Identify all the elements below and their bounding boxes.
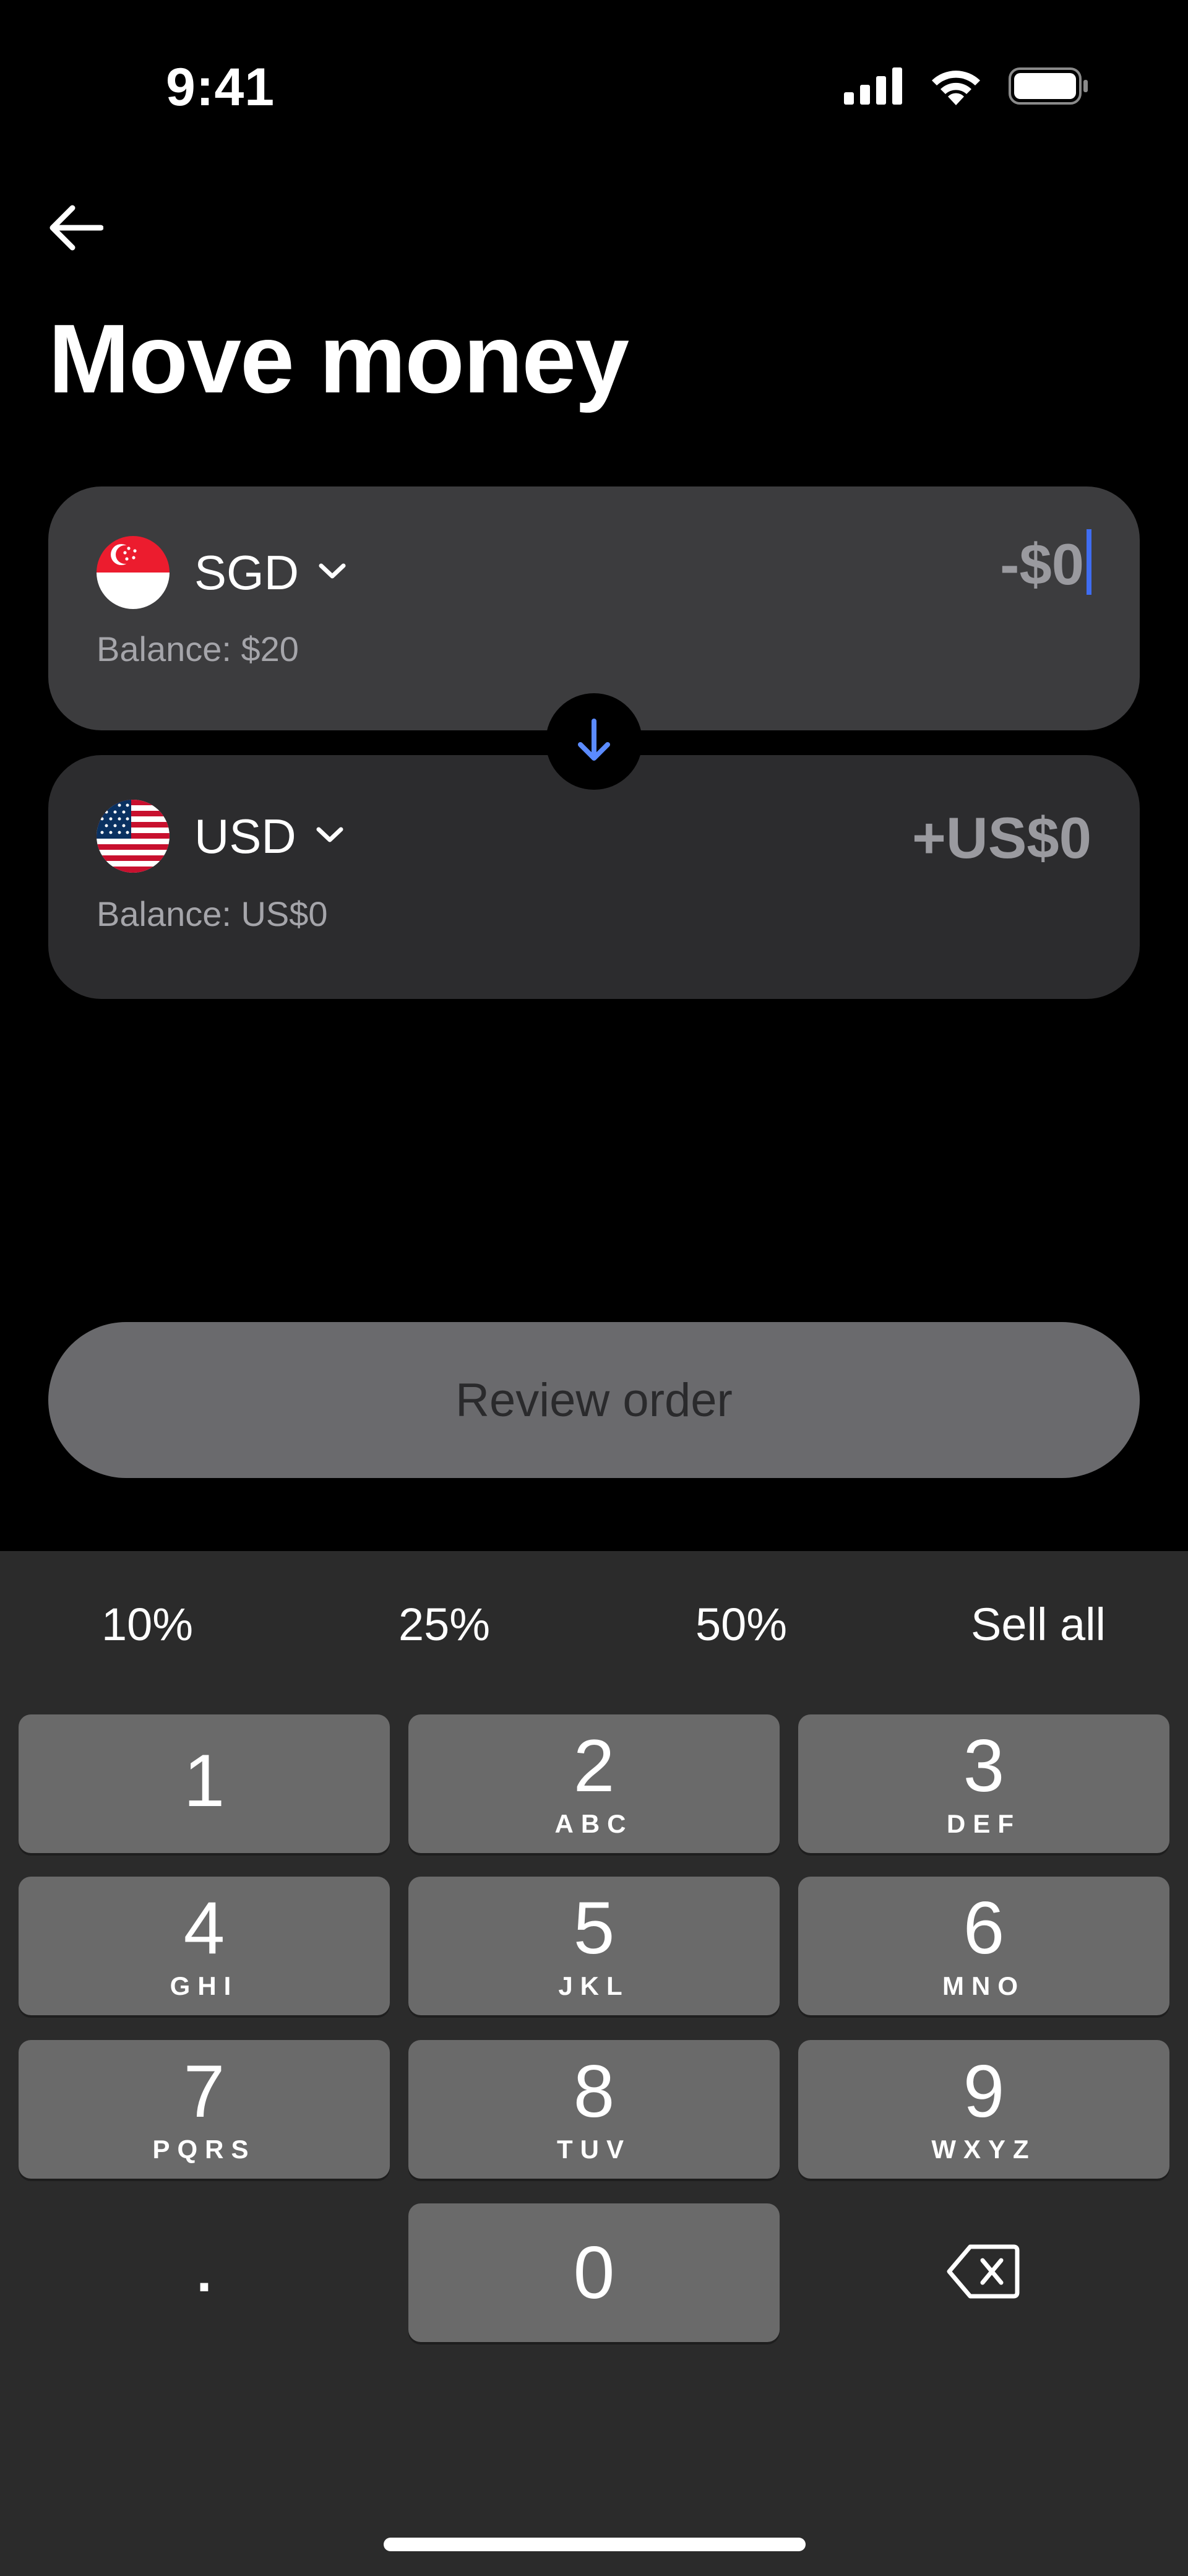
key-letters: JKL <box>558 1971 630 2000</box>
status-time: 9:41 <box>166 58 275 117</box>
to-currency-selector[interactable]: USD <box>97 800 345 873</box>
key-3[interactable]: 3 DEF <box>798 1714 1169 1853</box>
to-amount: +US$0 <box>911 805 1091 870</box>
key-digit: 5 <box>573 1887 615 1969</box>
from-currency-code: SGD <box>194 545 299 600</box>
home-indicator <box>384 2538 806 2551</box>
review-order-button[interactable]: Review order <box>48 1322 1140 1478</box>
key-letters: WXYZ <box>931 2135 1036 2164</box>
page-title: Move money <box>48 305 629 413</box>
battery-icon <box>1009 67 1089 108</box>
to-balance: Balance: US$0 <box>97 894 328 933</box>
key-5[interactable]: 5 JKL <box>408 1877 780 2015</box>
chevron-down-icon <box>317 562 347 584</box>
key-digit: 3 <box>963 1724 1005 1807</box>
text-cursor <box>1087 529 1091 595</box>
back-button[interactable] <box>45 198 106 260</box>
to-currency-card[interactable]: USD Balance: US$0 +US$0 <box>48 755 1140 999</box>
key-digit: 2 <box>573 1724 615 1807</box>
signal-icon <box>844 67 903 108</box>
shortcut-50-percent[interactable]: 50% <box>648 1598 834 1651</box>
from-balance: Balance: $20 <box>97 629 299 668</box>
us-flag-icon <box>97 800 170 873</box>
shortcut-25-percent[interactable]: 25% <box>351 1598 537 1651</box>
swap-direction-button[interactable] <box>546 693 642 790</box>
from-currency-selector[interactable]: SGD <box>97 536 347 609</box>
key-digit: 4 <box>183 1887 225 1969</box>
key-digit: 7 <box>183 2050 225 2133</box>
key-letters: GHI <box>170 1971 239 2000</box>
key-digit: 0 <box>573 2231 615 2314</box>
backspace-key[interactable] <box>798 2203 1169 2342</box>
key-letters: DEF <box>947 1809 1021 1838</box>
from-amount: -$0 <box>1000 532 1084 597</box>
backspace-icon <box>947 2243 1021 2303</box>
key-2[interactable]: 2 ABC <box>408 1714 780 1853</box>
from-amount-input[interactable]: -$0 <box>1000 529 1091 598</box>
key-digit: 9 <box>963 2050 1005 2133</box>
back-arrow-icon <box>48 203 104 256</box>
key-letters: TUV <box>557 2135 631 2164</box>
key-7[interactable]: 7 PQRS <box>19 2040 390 2179</box>
key-digit: 6 <box>963 1887 1005 1969</box>
key-digit: 1 <box>183 1739 225 1822</box>
key-letters: ABC <box>554 1809 634 1838</box>
key-0[interactable]: 0 <box>408 2203 780 2342</box>
key-4[interactable]: 4 GHI <box>19 1877 390 2015</box>
key-letters: PQRS <box>152 2135 256 2164</box>
shortcut-sell-all[interactable]: Sell all <box>945 1598 1131 1651</box>
key-6[interactable]: 6 MNO <box>798 1877 1169 2015</box>
key-digit: 8 <box>573 2050 615 2133</box>
chevron-down-icon <box>315 826 345 847</box>
key-9[interactable]: 9 WXYZ <box>798 2040 1169 2179</box>
shortcut-10-percent[interactable]: 10% <box>54 1598 240 1651</box>
key-letters: MNO <box>942 1971 1025 2000</box>
key-1[interactable]: 1 <box>19 1714 390 1853</box>
wifi-icon <box>929 67 983 108</box>
arrow-down-icon <box>575 717 613 766</box>
status-icons <box>844 67 1089 108</box>
singapore-flag-icon <box>97 536 170 609</box>
key-8[interactable]: 8 TUV <box>408 2040 780 2179</box>
to-currency-code: USD <box>194 808 296 863</box>
key-decimal[interactable]: . <box>19 2203 390 2342</box>
